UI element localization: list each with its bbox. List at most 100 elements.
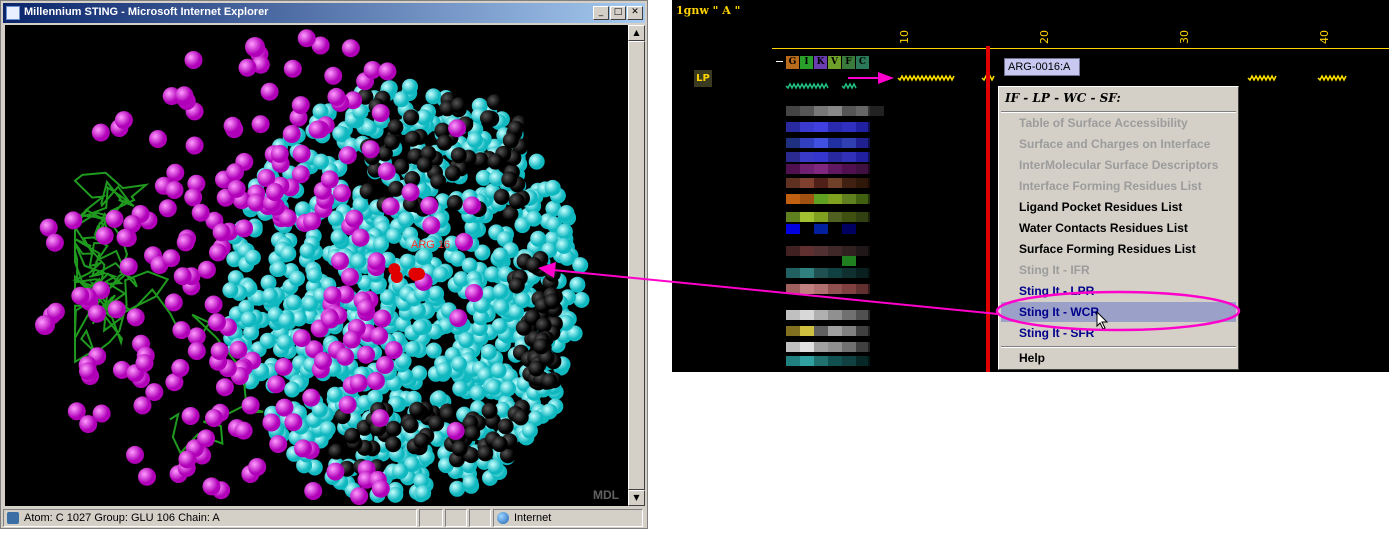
interface-atom [446,421,465,440]
property-track-cell [814,268,828,278]
context-menu[interactable]: IF - LP - WC - SF: Table of Surface Acce… [998,86,1239,370]
surface-atom [525,210,542,227]
property-track-cell [800,106,814,116]
property-track-cell [814,122,828,132]
property-track-cell [786,256,800,266]
scroll-up-button[interactable]: ▲ [628,25,645,41]
interface-atom [338,146,357,165]
selected-residue-atom [388,263,401,276]
interface-atom [176,233,195,252]
interface-atom [338,395,357,414]
scroll-thumb[interactable] [628,41,645,490]
scroll-down-button[interactable]: ▼ [628,490,645,506]
pocket-atom [544,293,561,310]
pocket-atom [533,338,550,355]
pocket-atom [444,165,461,182]
interface-atom [223,116,242,135]
pocket-atom [436,134,453,151]
interface-atom [79,415,98,434]
interface-atom [162,249,181,268]
interface-atom [345,209,364,228]
minimize-button[interactable]: _ [593,6,609,20]
interface-atom [342,330,361,349]
property-track-cell [856,256,870,266]
vertical-scrollbar[interactable]: ▲ ▼ [628,25,645,506]
secondary-structure-trace [841,82,857,90]
menu-item-surface-forming-residues-list[interactable]: Surface Forming Residues List [1001,239,1236,259]
surface-atom [411,365,428,382]
surface-atom [573,291,590,308]
interface-atom [251,115,270,134]
property-track-cell [800,284,814,294]
status-zone: Internet [514,512,552,524]
interface-atom [371,409,390,428]
sting-sequence-panel[interactable]: 1gnw " A " 10 20 30 40 G I K V F C LP AR… [672,0,1389,372]
property-track-cell [800,224,814,234]
surface-atom [428,285,445,302]
interface-atom [227,179,246,198]
property-track-cell [856,326,870,336]
property-track-cell [842,342,856,352]
property-track-cell [828,246,842,256]
interface-atom [265,183,284,201]
interface-atom [341,267,359,286]
property-track-cell [856,212,870,222]
property-track-cell [814,164,828,174]
property-track-cell [800,122,814,132]
menu-item-help[interactable]: Help [1001,348,1236,368]
surface-atom [313,153,330,170]
pocket-atom [501,171,518,188]
menu-item-ligand-pocket-residues-list[interactable]: Ligand Pocket Residues List [1001,197,1236,217]
molecule-viewer[interactable]: ARG 16 MDL [5,25,628,506]
surface-atom [521,422,538,439]
property-track-cell [842,326,856,336]
menu-item-water-contacts-residues-list[interactable]: Water Contacts Residues List [1001,218,1236,238]
pocket-atom [328,443,345,460]
property-track-cell [814,106,828,116]
menu-item-sting-it-lpr[interactable]: Sting It - LPR [1001,281,1236,301]
interface-atom [465,284,483,302]
interface-atom [208,313,226,332]
track-fade [868,342,884,352]
pocket-atom [416,156,433,173]
surface-atom [500,380,516,397]
menu-item-sting-it-wcr[interactable]: Sting It - WCR [1001,302,1236,322]
property-track-cell [786,178,800,188]
interface-atom [262,413,281,432]
pocket-atom [487,153,504,170]
property-track-cell [828,326,842,336]
interface-atom [341,39,360,58]
interface-atom [375,356,394,374]
molecule-3d-render[interactable]: ARG 16 [5,25,628,506]
menu-item-surface-and-charges-on-interface: Surface and Charges on Interface [1019,137,1211,151]
pocket-atom [486,94,503,111]
maximize-button[interactable]: □ [610,6,626,20]
page-icon [7,512,19,524]
surface-atom [373,236,390,253]
property-track-cell [800,178,814,188]
interface-atom [302,388,321,407]
interface-atom [294,439,312,458]
position-cursor-line[interactable] [986,46,990,372]
pocket-atom [385,420,402,437]
property-track-cell [814,194,828,204]
title-bar[interactable]: Millennium STING - Microsoft Internet Ex… [3,3,645,23]
close-button[interactable]: ✕ [627,6,643,20]
mdl-watermark: MDL [593,488,619,502]
property-track-cell [842,284,856,294]
pocket-atom [440,405,456,422]
interface-atom [105,209,124,228]
track-fade [868,246,884,256]
interface-atom [175,86,194,105]
interface-atom [241,396,260,415]
interface-atom [292,144,311,163]
surface-atom [491,318,508,335]
track-fade [868,268,884,278]
status-cell-blank-2 [445,509,467,527]
menu-item-sting-it-sfr[interactable]: Sting It - SFR [1001,323,1236,343]
interface-atom [204,295,223,314]
interface-atom [71,286,90,305]
residue-tooltip: ARG-0016:A [1004,58,1080,76]
surface-atom [284,381,301,398]
property-track-cell [856,268,870,278]
